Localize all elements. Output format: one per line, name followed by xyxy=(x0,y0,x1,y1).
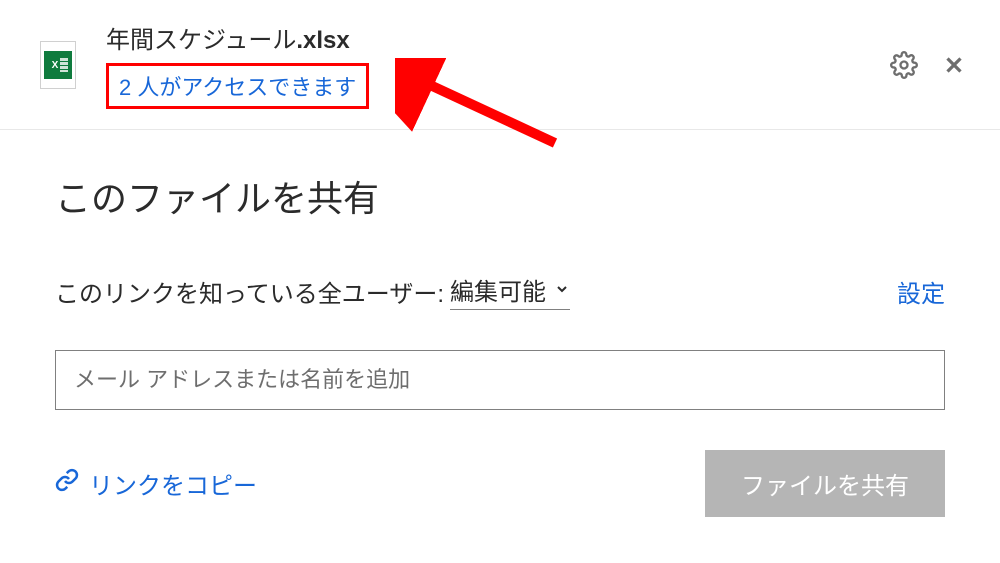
permission-dropdown[interactable]: 編集可能 xyxy=(450,272,570,310)
permission-value: 編集可能 xyxy=(450,272,546,307)
share-title: このファイルを共有 xyxy=(55,170,945,222)
excel-file-icon: X xyxy=(40,41,76,89)
header: X 年間スケジュール.xlsx 2 人がアクセスできます xyxy=(0,0,1000,130)
footer-row: リンクをコピー ファイルを共有 xyxy=(55,450,945,517)
link-chain-icon xyxy=(55,468,79,499)
copy-link-label: リンクをコピー xyxy=(89,466,257,501)
close-icon[interactable] xyxy=(938,49,970,81)
gear-icon[interactable] xyxy=(888,49,920,81)
header-actions xyxy=(888,49,970,81)
svg-text:X: X xyxy=(52,60,59,71)
email-input[interactable] xyxy=(55,350,945,410)
share-button[interactable]: ファイルを共有 xyxy=(705,450,945,517)
link-row: このリンクを知っている全ユーザー: 編集可能 設定 xyxy=(55,272,945,310)
content: このファイルを共有 このリンクを知っている全ユーザー: 編集可能 設定 xyxy=(0,130,1000,557)
file-name: 年間スケジュール.xlsx xyxy=(106,20,888,55)
settings-link[interactable]: 設定 xyxy=(897,274,945,309)
access-info-link[interactable]: 2 人がアクセスできます xyxy=(106,63,369,109)
link-label: このリンクを知っている全ユーザー: xyxy=(55,274,444,309)
file-name-base: 年間スケジュール xyxy=(106,27,296,54)
excel-icon-inner: X xyxy=(44,51,72,79)
copy-link[interactable]: リンクをコピー xyxy=(55,466,257,501)
chevron-down-icon xyxy=(554,276,570,304)
file-name-ext: .xlsx xyxy=(296,27,349,54)
file-info: 年間スケジュール.xlsx 2 人がアクセスできます xyxy=(106,20,888,109)
link-text: このリンクを知っている全ユーザー: 編集可能 xyxy=(55,272,570,310)
